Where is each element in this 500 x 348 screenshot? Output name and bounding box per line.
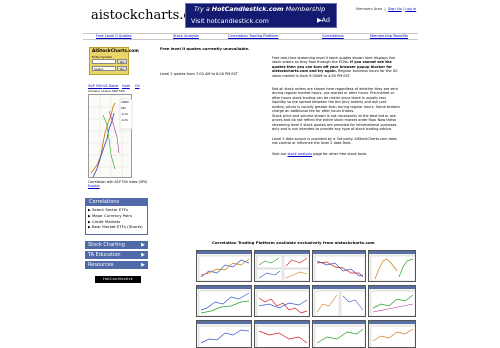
symbol-select[interactable]: Select [92,66,116,71]
arrow-right-icon: ▶ [141,262,145,268]
quotes-unavailable-notice: Free level II quotes currently unavailab… [160,46,250,51]
platform-screenshot[interactable] [196,320,252,348]
hotcandlestick-banner[interactable]: HotCandlestick [95,276,141,283]
menu-item-label: Bear Market ETFs (Shorts) [91,224,143,229]
screenshot-thumbnail [255,321,309,347]
stock-charting-button[interactable]: Stock Charting ▶ [85,241,148,249]
mini-chart-label: AMZN [121,101,129,104]
ticker-us-dollar[interactable]: US Dollar [103,84,119,88]
mini-chart-label: -0.1% [121,113,129,116]
quote-box-title: AIStockCharts.com [92,49,139,54]
arrow-right-icon: ▶ [88,214,91,218]
nav-membership-benefits[interactable]: Membership Benefits [370,34,408,38]
screenshot-thumbnail [255,286,309,316]
button-label: Stock Charting [88,242,125,248]
screenshot-thumbnail [313,286,365,316]
explain-link[interactable]: Explain [88,184,100,188]
correlations-panel: Correlations ▶ Select Sector ETFs ▶ Majo… [85,198,148,235]
screenshot-thumbnail [197,321,251,347]
ticker-oil[interactable]: Oil [135,84,140,88]
arrow-right-icon: ▶ [88,225,91,229]
quote-box: AIStockCharts.com Enter Symbol Go Select… [89,47,139,75]
nav-correlation-platform[interactable]: Correlation Trading Platform [228,34,278,38]
menu-item-label: Major Currency Pairs [91,213,133,218]
symbol-input[interactable] [92,59,116,64]
info-paragraph-4: Level 2 data source is provided by a 3rd… [272,137,397,146]
paragraph-text: page for other free stock tools. [312,152,368,156]
quote-hours: Level 2 quotes from 7:00 AM to 8:00 PM E… [160,72,238,76]
platform-screenshot[interactable] [196,250,252,282]
stock-analysis-link[interactable]: stock analysis [287,152,312,156]
platform-gallery-title: Correlation Trading Platform available e… [212,240,375,245]
membership-ad-banner[interactable]: Try a HotCandlestick.com Membership Visi… [185,3,337,28]
sign-up-link[interactable]: Sign Up [388,7,402,11]
members-area: Members Area | Sign Up | Log In [356,7,417,11]
platform-screenshot[interactable] [254,320,310,348]
arrow-right-icon: ▶ [88,208,91,212]
screenshot-thumbnail [197,251,251,281]
button-label: TA Education [88,252,121,258]
ad-marker: Ad [321,16,330,24]
mini-chart-label: -0.2% [121,119,129,122]
platform-screenshot[interactable] [312,250,366,282]
mini-chart-label: SPX [121,107,126,110]
screenshot-thumbnail [369,286,415,316]
screenshot-thumbnail [197,286,251,316]
go-button[interactable]: Go [117,59,127,64]
platform-screenshot[interactable] [312,285,366,317]
select-go-button[interactable]: Go [117,66,127,71]
menu-item-sector-etfs[interactable]: ▶ Select Sector ETFs [88,207,128,212]
ticker-sp500[interactable]: S&P 500 [88,84,102,88]
button-label: Resources [88,262,114,268]
platform-screenshot[interactable] [368,320,416,348]
paragraph-text: Visit our [272,152,288,156]
menu-item-bear-etfs[interactable]: ▶ Bear Market ETFs (Shorts) [88,224,144,230]
correlations-header[interactable]: Correlations [86,199,147,206]
nav-stock-analysis[interactable]: Stock Analysis [173,34,199,38]
platform-screenshot[interactable] [368,285,416,317]
screenshot-thumbnail [313,251,365,281]
info-paragraph-3: Stock price and volume shown is not nece… [272,114,397,132]
platform-screenshot[interactable] [368,250,416,282]
screenshot-thumbnail [369,251,415,281]
ticker-gold[interactable]: Gold [122,84,130,88]
screenshot-thumbnail [369,321,415,347]
screenshot-thumbnail [255,251,309,281]
arrow-right-icon: ▶ [141,252,145,258]
platform-screenshot[interactable] [254,285,310,317]
members-label: Members Area [356,7,383,11]
platform-screenshot[interactable] [196,285,252,317]
ad-url: Visit hotcandlestick.com [191,17,269,25]
platform-screenshot[interactable] [312,320,366,348]
mini-chart-title: Amazon versus S&P 500 [88,89,125,93]
ta-education-button[interactable]: TA Education ▶ [85,251,148,259]
mini-chart-svg [89,95,133,179]
info-paragraph-1: Free real-time streaming level II stock … [272,56,400,78]
screenshot-thumbnail [313,321,365,347]
menu-item-label: Select Sector ETFs [91,207,129,212]
platform-screenshot[interactable] [254,250,310,282]
info-paragraph-2: Not all stock orders are shown here rega… [272,87,400,114]
correlation-caption: Correlation with S&P 500 Index (SPX) Exp… [88,180,148,188]
arrow-right-icon: ▶ [141,242,145,248]
log-in-link[interactable]: Log In [405,7,416,11]
nav-free-level2[interactable]: Free Level II Quotes [96,34,131,38]
resources-button[interactable]: Resources ▶ [85,261,148,269]
menu-item-currency-pairs[interactable]: ▶ Major Currency Pairs [88,213,132,218]
ad-headline: Try a HotCandlestick.com Membership [194,5,326,13]
nav-correlations[interactable]: Correlations [322,34,344,38]
mini-correlation-chart[interactable]: AMZN SPX -0.1% -0.2% [88,94,133,179]
info-paragraph-5: Visit our stock analysis page for other … [272,152,400,156]
